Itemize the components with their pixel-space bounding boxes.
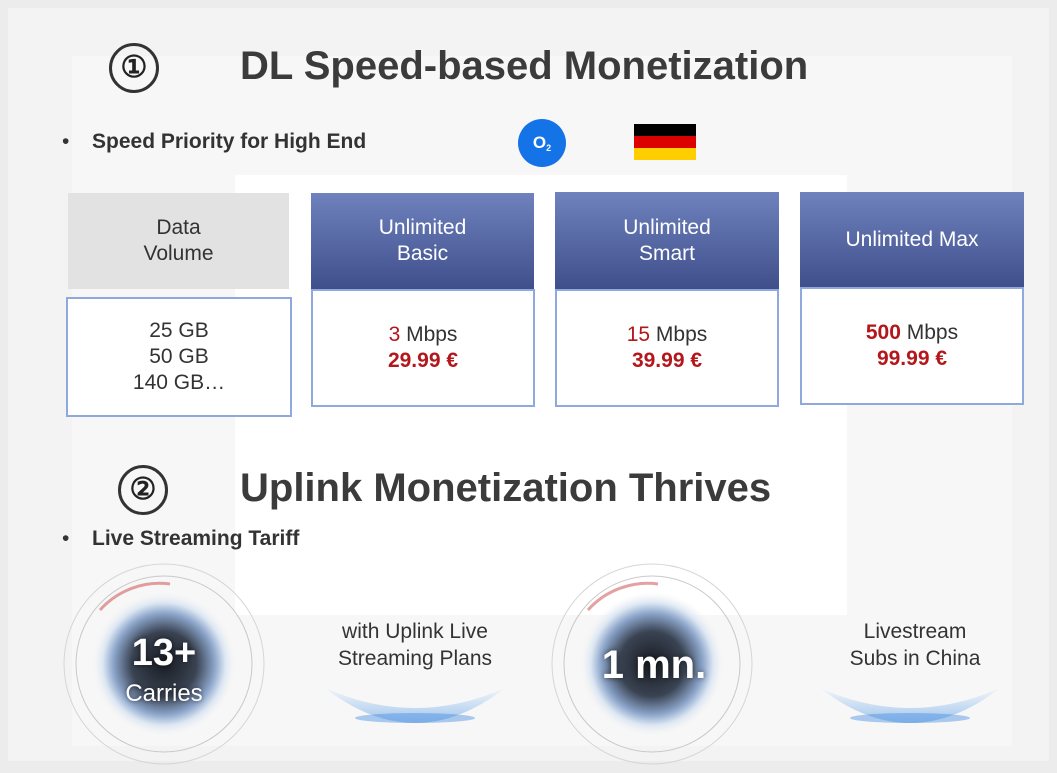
header-unlimited-smart: Unlimited Smart bbox=[555, 192, 779, 289]
plan-basic-speed: 3 bbox=[388, 322, 401, 346]
stat-carriers-label: Carries bbox=[125, 680, 203, 707]
bullet-text: Live Streaming Tariff bbox=[92, 527, 300, 550]
germany-flag-icon bbox=[634, 124, 696, 160]
section-number-2: ② bbox=[129, 473, 157, 506]
section-2-title: Uplink Monetization Thrives bbox=[240, 466, 772, 510]
bullet-speed-priority: • Speed Priority for High End bbox=[62, 130, 366, 154]
plan-max-price: 99.99 € bbox=[876, 347, 948, 370]
plan-basic-cell: 3 Mbps 29.99 € bbox=[311, 289, 535, 407]
plan-smart-cell: 15 Mbps 39.99 € bbox=[555, 289, 779, 407]
decorative-bowl-2 bbox=[820, 688, 1000, 723]
data-volume-25: 25 GB bbox=[149, 318, 209, 342]
header-unlimited-basic: Unlimited Basic bbox=[311, 193, 534, 289]
bullet-dot: • bbox=[62, 130, 70, 153]
header-data-volume: Data Volume bbox=[68, 193, 289, 289]
plan-smart-speed: 15 bbox=[626, 322, 651, 346]
section-1-title: DL Speed-based Monetization bbox=[240, 44, 809, 88]
stat-subscribers-description: Livestream Subs in China bbox=[849, 620, 981, 671]
bullet-dot: • bbox=[62, 527, 70, 550]
bullet-text: Speed Priority for High End bbox=[92, 130, 367, 153]
section-number-1-circle: ① bbox=[109, 43, 159, 93]
stat-carriers-value: 13+ bbox=[131, 632, 197, 674]
plan-max-cell: 500 Mbps 99.99 € bbox=[800, 287, 1024, 405]
section-number-2-circle: ② bbox=[118, 465, 168, 515]
section-number-1: ① bbox=[120, 51, 148, 84]
data-volume-140: 140 GB… bbox=[132, 371, 226, 395]
plan-smart-price: 39.99 € bbox=[631, 349, 703, 372]
stat-subscribers-value: 1 mn. bbox=[601, 643, 707, 687]
stat-carriers-description: with Uplink Live Streaming Plans bbox=[337, 620, 493, 671]
plan-basic-price: 29.99 € bbox=[387, 349, 459, 372]
o2-logo-icon: O2 bbox=[518, 119, 566, 167]
bullet-live-streaming: • Live Streaming Tariff bbox=[62, 527, 299, 551]
data-volume-cell: 25 GB 50 GB 140 GB… bbox=[66, 297, 292, 417]
data-volume-50: 50 GB bbox=[149, 344, 209, 368]
plan-max-speed: 500 bbox=[865, 320, 901, 344]
decorative-bowl-1 bbox=[325, 688, 505, 723]
header-unlimited-max: Unlimited Max bbox=[800, 192, 1024, 287]
